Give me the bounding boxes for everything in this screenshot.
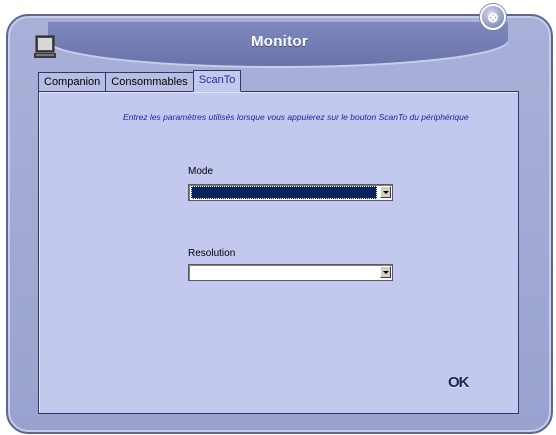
mode-label: Mode — [188, 166, 214, 177]
window-title: Monitor — [250, 33, 309, 50]
mode-select[interactable] — [188, 184, 393, 201]
tab-scanto[interactable]: ScanTo — [192, 70, 242, 92]
scanto-panel: Entrez les paramètres utilisés lorsque v… — [38, 91, 519, 414]
close-button[interactable]: ⊗ — [480, 4, 506, 30]
ok-button[interactable]: OK — [448, 374, 469, 391]
resolution-select[interactable] — [188, 264, 393, 281]
close-icon: ⊗ — [487, 9, 499, 25]
tab-consommables[interactable]: Consommables — [105, 72, 194, 91]
mode-select-value — [191, 186, 377, 199]
tab-strip: Companion Consommables ScanTo — [38, 70, 242, 92]
monitor-window: Monitor ⊗ Companion Consommables ScanTo … — [6, 4, 553, 434]
resolution-label: Resolution — [188, 248, 236, 259]
scanto-description: Entrez les paramètres utilisés lorsque v… — [123, 112, 469, 122]
resolution-select-value — [191, 266, 377, 279]
title-bar[interactable]: Monitor — [8, 16, 551, 66]
chevron-down-icon[interactable] — [380, 266, 391, 278]
chevron-down-icon[interactable] — [380, 186, 391, 198]
tab-companion[interactable]: Companion — [38, 72, 107, 91]
